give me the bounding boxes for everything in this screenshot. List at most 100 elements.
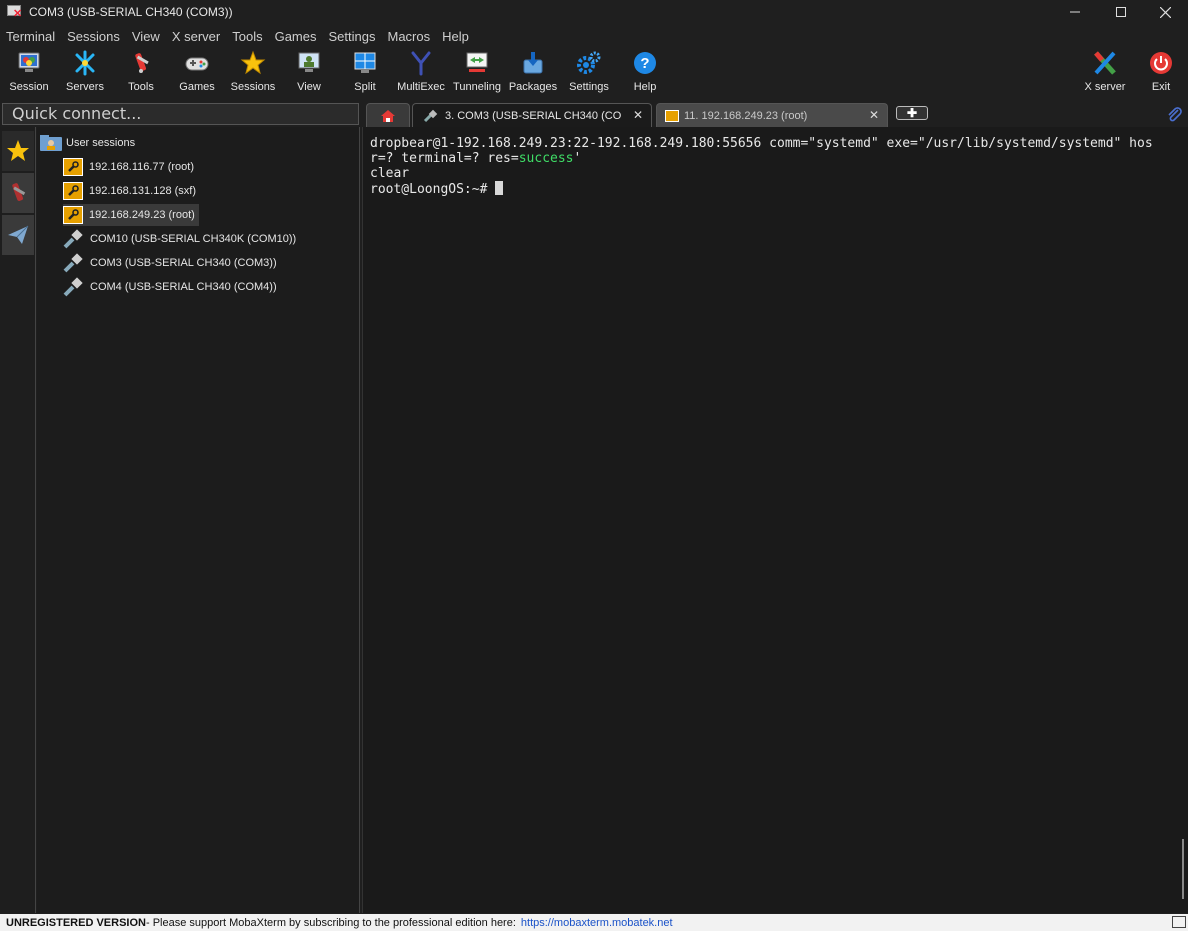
games-label: Games: [179, 81, 215, 93]
view-button[interactable]: View: [281, 47, 337, 99]
menu-tools[interactable]: Tools: [226, 29, 268, 44]
terminal-line: clear: [370, 166, 410, 181]
split-label: Split: [354, 81, 376, 93]
paper-plane-icon: [8, 225, 29, 244]
user-sessions-label: User sessions: [66, 137, 136, 149]
help-button[interactable]: ? Help: [617, 47, 673, 99]
maximize-icon: [1116, 7, 1126, 17]
serial-session-item[interactable]: COM10 (USB-SERIAL CH340K (COM10)): [63, 228, 296, 250]
tab-com3[interactable]: 3. COM3 (USB-SERIAL CH340 (CO ✕: [412, 103, 652, 127]
multiexec-label: MultiExec: [397, 81, 445, 93]
ssh-wrench-icon: [63, 182, 83, 200]
session-item-label: 192.168.131.128 (sxf): [89, 185, 197, 197]
menu-help[interactable]: Help: [436, 29, 475, 44]
status-box-icon[interactable]: [1172, 916, 1186, 928]
close-window-button[interactable]: [1142, 0, 1188, 24]
serial-plug-icon: [423, 109, 438, 122]
menu-settings[interactable]: Settings: [323, 29, 382, 44]
multiexec-icon: [408, 50, 434, 76]
serial-session-item[interactable]: COM3 (USB-SERIAL CH340 (COM3)): [63, 252, 277, 274]
split-icon: [352, 50, 378, 76]
menu-bar: Terminal Sessions View X server Tools Ga…: [0, 26, 475, 46]
tab-ssh-label: 11. 192.168.249.23 (root): [684, 109, 808, 122]
exit-button[interactable]: Exit: [1133, 47, 1188, 99]
menu-sessions[interactable]: Sessions: [61, 29, 126, 44]
session-item[interactable]: 192.168.131.128 (sxf): [63, 180, 196, 202]
sessions-panel: User sessions 192.168.116.77 (root) 192.…: [37, 127, 360, 913]
help-label: Help: [633, 81, 657, 93]
tools-button[interactable]: Tools: [113, 47, 169, 99]
tab-close-icon[interactable]: ✕: [869, 108, 879, 122]
gamepad-icon: [184, 50, 210, 76]
star-icon: [7, 140, 29, 161]
session-button[interactable]: Session: [1, 47, 57, 99]
gear-icon: [576, 50, 602, 76]
terminal-text: dropbear@1-192.168.249.23:22-192.168.249…: [370, 136, 1175, 197]
plus-icon: ✚: [906, 106, 918, 120]
tunneling-icon: [464, 50, 490, 76]
terminal-success-text: success: [518, 151, 574, 166]
serial-session-item[interactable]: COM4 (USB-SERIAL CH340 (COM4)): [63, 276, 277, 298]
session-item-label: 192.168.116.77 (root): [89, 161, 194, 173]
servers-label: Servers: [66, 81, 104, 93]
terminal-line: r=? terminal=? res=: [370, 151, 519, 166]
servers-button[interactable]: Servers: [57, 47, 113, 99]
new-tab-button[interactable]: ✚: [896, 106, 928, 120]
x-server-label: X server: [1084, 81, 1126, 93]
main-toolbar: Session Servers Tools Games Sessions Vie…: [0, 47, 1188, 99]
user-sessions-folder[interactable]: User sessions: [40, 132, 135, 154]
session-item-label: COM3 (USB-SERIAL CH340 (COM3)): [90, 257, 277, 269]
split-button[interactable]: Split: [337, 47, 393, 99]
multiexec-button[interactable]: MultiExec: [393, 47, 449, 99]
packages-button[interactable]: Packages: [505, 47, 561, 99]
terminal-scrollbar[interactable]: [1174, 127, 1188, 913]
settings-button[interactable]: Settings: [561, 47, 617, 99]
serial-plug-icon: [63, 229, 85, 249]
minimize-button[interactable]: [1052, 0, 1098, 24]
sidebar-sessions-tab[interactable]: [2, 131, 34, 171]
star-icon: [240, 50, 266, 76]
menu-view[interactable]: View: [126, 29, 166, 44]
tunneling-button[interactable]: Tunneling: [449, 47, 505, 99]
unregistered-label: UNREGISTERED VERSION: [6, 916, 146, 929]
menu-x-server[interactable]: X server: [166, 29, 226, 44]
wrench-icon: [665, 109, 679, 122]
terminal-output[interactable]: dropbear@1-192.168.249.23:22-192.168.249…: [362, 127, 1174, 913]
session-item[interactable]: 192.168.116.77 (root): [63, 156, 194, 178]
tools-icon: [12, 183, 26, 201]
tab-home[interactable]: [366, 103, 410, 127]
sidebar-tools-tab[interactable]: [2, 173, 34, 213]
tab-close-icon[interactable]: ✕: [633, 108, 643, 122]
terminal-prompt: root@LoongOS:~#: [370, 182, 496, 197]
mobaxterm-website-link[interactable]: https://mobaxterm.mobatek.net: [521, 917, 673, 929]
menu-games[interactable]: Games: [269, 29, 323, 44]
quick-connect-input[interactable]: Quick connect...: [2, 103, 359, 125]
ssh-wrench-icon: [63, 206, 83, 224]
sidebar-rail: [0, 127, 36, 913]
packages-icon: [520, 50, 546, 76]
minimize-icon: [1070, 11, 1080, 13]
tools-label: Tools: [128, 81, 154, 93]
tab-com3-label: 3. COM3 (USB-SERIAL CH340 (CO: [445, 109, 622, 122]
menu-macros[interactable]: Macros: [381, 29, 436, 44]
attachment-icon[interactable]: [1166, 106, 1182, 124]
title-bar: ✕ COM3 (USB-SERIAL CH340 (COM3)): [0, 0, 1188, 24]
settings-label: Settings: [569, 81, 609, 93]
svg-text:?: ?: [640, 55, 649, 72]
menu-terminal[interactable]: Terminal: [0, 29, 61, 44]
help-icon: ?: [632, 50, 658, 76]
view-icon: [296, 50, 322, 76]
sessions-button[interactable]: Sessions: [225, 47, 281, 99]
scrollbar-thumb[interactable]: [1182, 839, 1184, 899]
tab-ssh-session[interactable]: 11. 192.168.249.23 (root) ✕: [656, 103, 888, 127]
games-button[interactable]: Games: [169, 47, 225, 99]
maximize-button[interactable]: [1098, 0, 1144, 24]
x-server-icon: [1092, 50, 1118, 76]
session-item-selected[interactable]: 192.168.249.23 (root): [63, 204, 199, 226]
serial-plug-icon: [63, 253, 85, 273]
servers-icon: [72, 50, 98, 76]
x-server-button[interactable]: X server: [1077, 47, 1133, 99]
packages-label: Packages: [508, 81, 558, 93]
sidebar-sftp-tab[interactable]: [2, 215, 34, 255]
tab-bar: 3. COM3 (USB-SERIAL CH340 (CO ✕ 11. 192.…: [362, 102, 1188, 127]
